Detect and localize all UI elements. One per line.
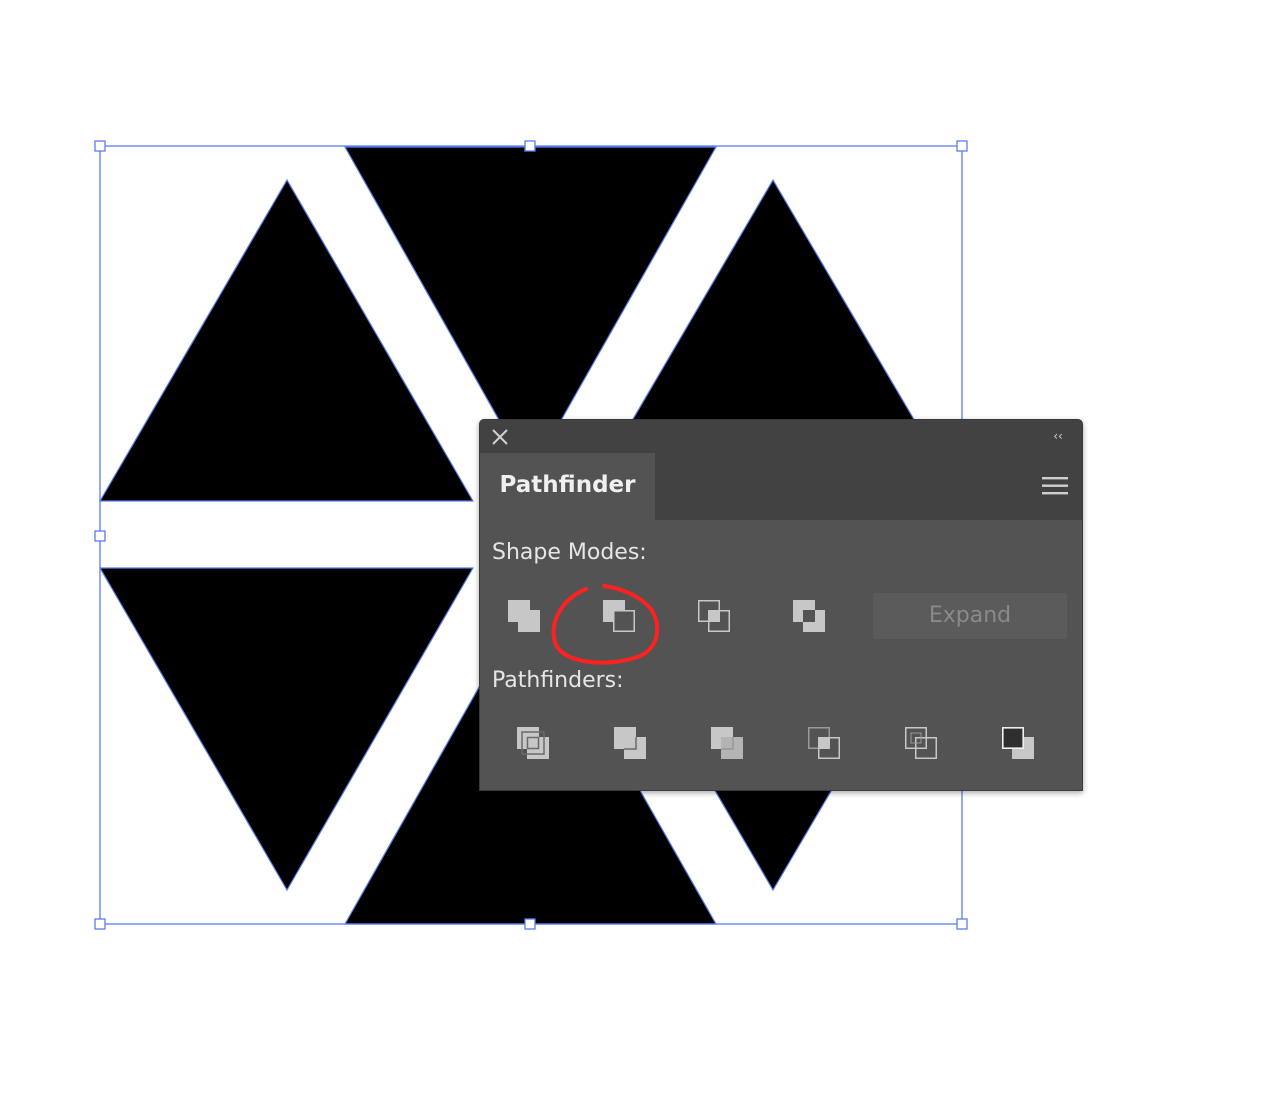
handle-middle-left (94, 530, 106, 542)
handle-top-center (524, 140, 536, 152)
pathfinders-label: Pathfinders: (492, 668, 624, 693)
tab-pathfinder[interactable]: Pathfinder (480, 453, 655, 520)
unite-icon[interactable] (504, 596, 548, 640)
panel-tab-strip: Pathfinder (480, 453, 1082, 520)
expand-button[interactable]: Expand (873, 593, 1067, 639)
handle-bottom-right (956, 918, 968, 930)
close-icon[interactable] (490, 427, 510, 447)
pathfinder-panel: ‹‹ Pathfinder Shape Modes: Expand Pathfi… (479, 419, 1083, 791)
trim-icon[interactable] (610, 723, 654, 767)
exclude-icon[interactable] (789, 596, 833, 640)
outline-icon[interactable] (901, 723, 945, 767)
minus-back-icon[interactable] (998, 723, 1042, 767)
panel-titlebar[interactable]: ‹‹ (480, 420, 1082, 453)
panel-menu-icon[interactable] (1042, 475, 1068, 497)
crop-icon[interactable] (804, 723, 848, 767)
handle-bottom-left (94, 918, 106, 930)
handle-bottom-center (524, 918, 536, 930)
merge-icon[interactable] (707, 723, 751, 767)
artboard-canvas[interactable]: ‹‹ Pathfinder Shape Modes: Expand Pathfi… (0, 0, 1266, 1112)
minus-front-icon[interactable] (599, 596, 643, 640)
handle-top-left (94, 140, 106, 152)
divide-icon[interactable] (513, 723, 557, 767)
shape-modes-label: Shape Modes: (492, 540, 647, 565)
handle-top-right (956, 140, 968, 152)
intersect-icon[interactable] (694, 596, 738, 640)
collapse-panel-icon[interactable]: ‹‹ (1048, 426, 1068, 446)
